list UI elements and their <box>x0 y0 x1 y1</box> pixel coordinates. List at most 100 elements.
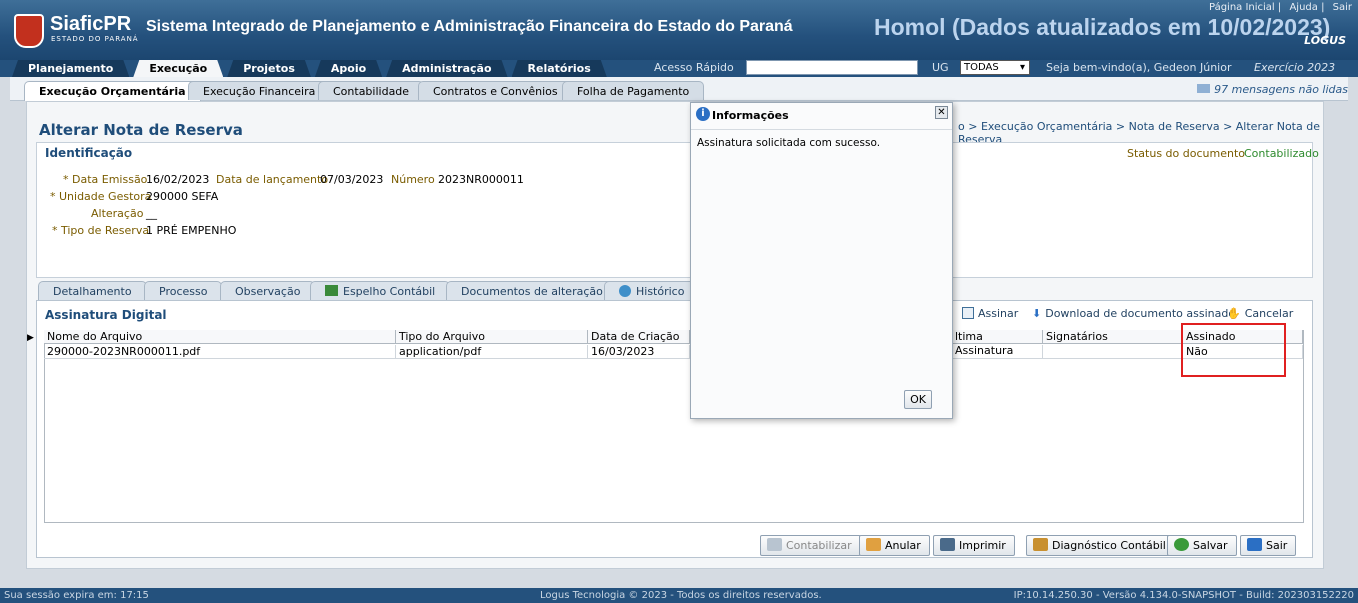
main-tab-projetos[interactable]: Projetos <box>227 60 311 77</box>
messages-link[interactable]: 97 mensagens não lidas <box>1197 83 1348 96</box>
cancel-label: Cancelar <box>1244 307 1294 320</box>
tab-detalhamento[interactable]: Detalhamento <box>38 281 147 300</box>
data-lancamento-value: 07/03/2023 <box>320 173 384 186</box>
sair-label: Sair <box>1266 539 1288 552</box>
anular-label: Anular <box>885 539 921 552</box>
download-icon: ⬇ <box>1032 307 1042 320</box>
top-links: Página Inicial | Ajuda | Sair <box>1208 2 1352 13</box>
copyright: Logus Tecnologia © 2023 - Todos os direi… <box>540 590 822 601</box>
ug-select[interactable]: TODAS ▾ <box>960 60 1030 75</box>
column-nome-arquivo[interactable]: Nome do Arquivo <box>44 330 396 344</box>
dialog-title: Informações <box>712 109 789 122</box>
tab-historico-label: Histórico <box>636 285 685 298</box>
column-signatarios[interactable]: Signatários <box>1043 330 1183 344</box>
logout-link[interactable]: Sair <box>1333 2 1352 13</box>
identification-title: Identificação <box>45 146 133 160</box>
cell-tipo-arquivo[interactable]: application/pdf <box>396 345 588 359</box>
gears-icon <box>767 538 782 551</box>
app-header: SiaficPR ESTADO DO PARANÁ Sistema Integr… <box>0 0 1358 60</box>
digital-signature-title: Assinatura Digital <box>45 308 167 322</box>
cancel-hand-icon: ✋ <box>1227 307 1241 320</box>
help-link[interactable]: Ajuda <box>1289 2 1317 13</box>
tab-espelho-contabil[interactable]: Espelho Contábil <box>310 281 451 300</box>
status-label: Status do documento <box>1127 147 1245 160</box>
column-data-criacao[interactable]: Data de Criação <box>588 330 690 344</box>
tab-execucao-orcamentaria[interactable]: Execução Orçamentária <box>24 81 201 101</box>
tab-execucao-financeira[interactable]: Execução Financeira <box>188 81 331 100</box>
home-link[interactable]: Página Inicial <box>1209 2 1275 13</box>
close-icon[interactable]: ✕ <box>935 106 948 119</box>
exit-icon <box>1247 538 1262 551</box>
download-label: Download de documento assinado <box>1045 307 1236 320</box>
alteracao-value: __ <box>146 207 157 220</box>
main-tab-execucao[interactable]: Execução <box>133 60 223 77</box>
printer-icon <box>940 538 955 551</box>
cell-ultima-assinatura[interactable] <box>953 345 1043 359</box>
cancel-signature-button[interactable]: ✋ Cancelar <box>1227 307 1293 320</box>
dialog-message: Assinatura solicitada com sucesso. <box>697 137 881 149</box>
alteracao-label: Alteração <box>91 207 144 220</box>
tab-espelho-contabil-label: Espelho Contábil <box>343 285 436 298</box>
expand-arrow-icon[interactable]: ▶ <box>27 333 34 347</box>
sign-icon <box>962 307 974 319</box>
app-logo: SiaficPR <box>50 13 132 35</box>
data-emissao-label: * Data Emissão <box>63 173 148 186</box>
info-icon: i <box>696 107 710 121</box>
salvar-label: Salvar <box>1193 539 1228 552</box>
quick-access-input[interactable] <box>746 60 918 75</box>
diagnostico-button[interactable]: Diagnóstico Contábil <box>1026 535 1175 556</box>
tab-contratos-convenios[interactable]: Contratos e Convênios <box>418 81 573 100</box>
cell-signatarios[interactable] <box>1043 345 1183 359</box>
data-emissao-value: 16/02/2023 <box>146 173 210 186</box>
quick-access-label: Acesso Rápido <box>654 61 734 74</box>
page-title: Alterar Nota de Reserva <box>39 121 243 139</box>
download-signed-button[interactable]: ⬇ Download de documento assinado <box>1032 307 1235 320</box>
main-tab-apoio[interactable]: Apoio <box>315 60 382 77</box>
identification-panel <box>36 142 1313 278</box>
tab-observacao[interactable]: Observação <box>220 281 316 300</box>
hand-icon <box>866 538 881 551</box>
vendor-logo: LOGUS <box>1304 34 1346 47</box>
numero-label: Número <box>391 173 435 186</box>
tab-processo[interactable]: Processo <box>144 281 223 300</box>
check-icon <box>1174 538 1189 551</box>
imprimir-label: Imprimir <box>959 539 1006 552</box>
build-info: IP:10.14.250.30 - Versão 4.134.0-SNAPSHO… <box>1013 590 1354 601</box>
tipo-reserva-value: 1 PRÉ EMPENHO <box>146 224 237 237</box>
cell-data-criacao[interactable]: 16/03/2023 <box>588 345 690 359</box>
sair-button[interactable]: Sair <box>1240 535 1297 556</box>
diagnostic-icon <box>1033 538 1048 551</box>
tab-historico[interactable]: Histórico <box>604 281 700 300</box>
main-tab-relatorios[interactable]: Relatórios <box>512 60 607 77</box>
dialog-divider <box>691 129 952 130</box>
exercicio-link[interactable]: Exercício 2023 <box>1254 61 1335 74</box>
contabilizar-button[interactable]: Contabilizar <box>760 535 861 556</box>
main-tab-administracao[interactable]: Administração <box>386 60 507 77</box>
system-title: Sistema Integrado de Planejamento e Admi… <box>146 18 793 35</box>
anular-button[interactable]: Anular <box>859 535 930 556</box>
tab-folha-pagamento[interactable]: Folha de Pagamento <box>562 81 705 100</box>
ug-selected-value: TODAS <box>964 62 999 73</box>
messages-text: 97 mensagens não lidas <box>1214 83 1348 96</box>
data-lancamento-label: Data de lançamento <box>216 173 329 186</box>
tab-contabilidade[interactable]: Contabilidade <box>318 81 425 100</box>
tab-documentos-alteracao[interactable]: Documentos de alteração <box>446 281 618 300</box>
assinado-highlight-box <box>1181 323 1286 377</box>
imprimir-button[interactable]: Imprimir <box>933 535 1015 556</box>
unidade-gestora-label: * Unidade Gestora <box>50 190 152 203</box>
ok-button[interactable]: OK <box>904 390 932 409</box>
sign-label: Assinar <box>978 307 1019 320</box>
spreadsheet-icon <box>325 285 338 296</box>
ug-label: UG <box>932 61 949 74</box>
column-ultima-assinatura[interactable]: ltima Assinatura <box>953 330 1043 357</box>
footer: Sua sessão expira em: 17:15 Logus Tecnol… <box>0 588 1358 603</box>
sign-button[interactable]: Assinar <box>962 307 1018 320</box>
cell-nome-arquivo[interactable]: 290000-2023NR000011.pdf <box>44 345 396 359</box>
contabilizar-label: Contabilizar <box>786 539 852 552</box>
column-tipo-arquivo[interactable]: Tipo do Arquivo <box>396 330 588 344</box>
diagnostico-label: Diagnóstico Contábil <box>1052 539 1166 552</box>
main-tab-planejamento[interactable]: Planejamento <box>12 60 129 77</box>
main-nav: Planejamento Execução Projetos Apoio Adm… <box>12 60 611 77</box>
tipo-reserva-label: * Tipo de Reserva <box>52 224 150 237</box>
salvar-button[interactable]: Salvar <box>1167 535 1237 556</box>
